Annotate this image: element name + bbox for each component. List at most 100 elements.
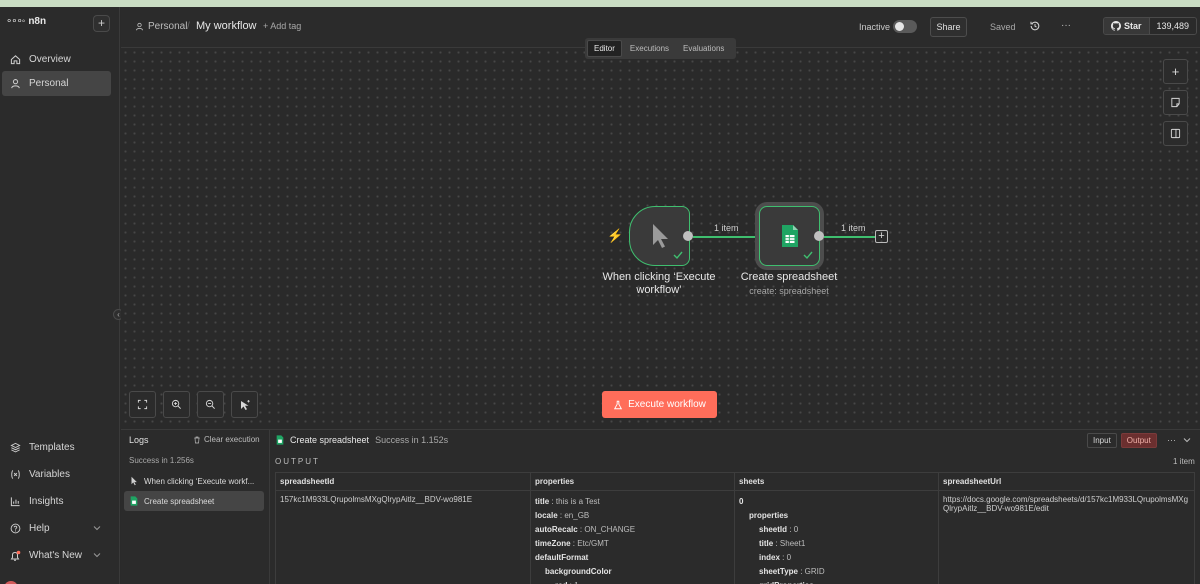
connection-line[interactable] [693, 236, 755, 238]
github-star-label: Star [1124, 21, 1142, 31]
breadcrumb-project[interactable]: Personal [135, 21, 187, 32]
zoom-out-button[interactable] [197, 391, 224, 418]
tab-input[interactable]: Input [1087, 433, 1117, 448]
column-header[interactable]: spreadsheetId [275, 472, 531, 491]
workflow-status-label: Inactive [859, 22, 891, 32]
trigger-bolt-icon: ⚡ [607, 228, 624, 243]
github-icon [1111, 21, 1121, 31]
clear-execution-label: Clear execution [204, 435, 260, 444]
log-item-label: Create spreadsheet [144, 496, 215, 506]
zoom-in-button[interactable] [163, 391, 190, 418]
sidebar-item-label: Help [29, 523, 50, 534]
share-button[interactable]: Share [930, 17, 967, 37]
tab-executions[interactable]: Executions [624, 41, 675, 56]
column-header[interactable]: properties [530, 472, 735, 491]
cursor-sparkle-icon [240, 399, 250, 410]
log-item-label: When clicking ‘Execute workf... [144, 476, 255, 486]
user-icon [9, 78, 21, 90]
sidebar-item-insights[interactable]: Insights [2, 489, 111, 514]
view-tabs: Editor Executions Evaluations [585, 38, 736, 59]
sidebar-item-label: Templates [29, 442, 75, 453]
url-line: QlrypAitlz__BDV-wo981E/edit [943, 504, 1049, 513]
sidebar-item-help[interactable]: Help [2, 516, 111, 541]
cell-spreadsheet-url[interactable]: https://docs.google.com/spreadsheets/d/1… [938, 490, 1195, 584]
sidebar-item-templates[interactable]: Templates [2, 435, 111, 460]
kv-row: sheetType : GRID [759, 567, 825, 576]
edge-item-count: 1 item [714, 223, 739, 233]
output-more-icon[interactable]: ··· [1167, 435, 1176, 445]
kv-row: title : Sheet1 [759, 539, 806, 548]
github-star-button[interactable]: Star [1104, 18, 1149, 34]
google-sheets-icon [130, 496, 138, 506]
trigger-node[interactable] [629, 206, 690, 266]
workflow-name[interactable]: My workflow [196, 20, 257, 32]
fit-view-icon [137, 399, 148, 410]
output-header: Create spreadsheet Success in 1.152s [276, 435, 448, 445]
chevron-down-icon [93, 553, 101, 558]
create-new-button[interactable]: + [93, 15, 110, 32]
url-line: https://docs.google.com/spreadsheets/d/1… [943, 495, 1189, 504]
edge-item-count: 1 item [841, 223, 866, 233]
google-sheets-icon [781, 225, 798, 247]
table-header-row: spreadsheetId properties sheets spreadsh… [275, 472, 1195, 491]
tab-evaluations[interactable]: Evaluations [677, 41, 730, 56]
github-star-widget[interactable]: Star 139,489 [1103, 17, 1198, 35]
toggle-panel-button[interactable] [1163, 121, 1188, 146]
create-spreadsheet-node[interactable] [759, 206, 820, 266]
sticky-note-button[interactable] [1163, 90, 1188, 115]
tab-output[interactable]: Output [1120, 433, 1157, 448]
github-star-count: 139,489 [1148, 18, 1197, 34]
kv-row: index : 0 [759, 553, 792, 562]
kv-row: title : this is a Test [535, 497, 600, 506]
chevron-down-icon[interactable] [1183, 436, 1191, 444]
sheet-node-label: Create spreadsheet [740, 271, 838, 283]
sheet-output-handle[interactable] [814, 231, 824, 241]
clear-execution-button[interactable]: Clear execution [193, 435, 260, 444]
sticky-note-icon [1171, 97, 1180, 108]
bell-icon [9, 550, 21, 562]
more-options-icon[interactable]: ··· [1061, 20, 1071, 31]
trigger-node-label-line: When clicking ‘Execute [602, 271, 716, 283]
history-icon[interactable] [1029, 20, 1041, 32]
output-node-name: Create spreadsheet [290, 435, 370, 445]
output-section-label: OUTPUT [275, 457, 320, 466]
add-next-node-button[interactable]: + [875, 230, 888, 243]
trigger-node-label-line: workflow’ [636, 284, 682, 296]
active-toggle[interactable] [893, 20, 917, 33]
mouse-pointer-icon [131, 476, 137, 486]
log-item-create-spreadsheet[interactable]: Create spreadsheet [124, 491, 264, 511]
execute-workflow-button[interactable]: Execute workflow [602, 391, 717, 418]
fit-view-button[interactable] [129, 391, 156, 418]
tidy-up-button[interactable] [231, 391, 258, 418]
tab-editor[interactable]: Editor [587, 40, 622, 57]
io-tabs: Input Output [1087, 433, 1157, 448]
column-header[interactable]: sheets [734, 472, 939, 491]
workflow-canvas[interactable]: Editor Executions Evaluations + ⚡ 1 item… [121, 38, 1200, 429]
app-logo-text: n8n [28, 16, 47, 27]
output-panel: Create spreadsheet Success in 1.152s Inp… [270, 429, 1200, 584]
cell-properties[interactable]: title : this is a Test locale : en_GB au… [530, 490, 735, 584]
sidebar-item-whats-new[interactable]: What's New [2, 543, 111, 568]
add-tag-button[interactable]: + Add tag [263, 21, 301, 31]
user-icon [135, 22, 144, 31]
sidebar-item-personal[interactable]: Personal [2, 71, 111, 96]
sidebar: ∘∘∘◦ n8n + Overview Personal Templates V… [0, 7, 120, 584]
output-table: spreadsheetId properties sheets spreadsh… [275, 472, 1195, 584]
kv-row: timeZone : Etc/GMT [535, 539, 609, 548]
add-node-button[interactable]: + [1163, 59, 1188, 84]
sidebar-item-variables[interactable]: Variables [2, 462, 111, 487]
panel-icon [1170, 128, 1181, 139]
kv-row: sheetId : 0 [759, 525, 799, 534]
sidebar-item-overview[interactable]: Overview [2, 47, 111, 72]
log-item-trigger[interactable]: When clicking ‘Execute workf... [124, 471, 264, 491]
trigger-node-label: When clicking ‘Execute workflow’ [591, 271, 727, 297]
success-check-icon [673, 251, 683, 260]
app-logo[interactable]: ∘∘∘◦ n8n [6, 16, 46, 27]
sidebar-item-label: Overview [29, 54, 71, 65]
cell-spreadsheet-id[interactable]: 157kc1M933LQrupolmsMXgQlrypAitlz__BDV-wo… [275, 490, 531, 584]
trigger-output-handle[interactable] [683, 231, 693, 241]
breadcrumb-project-label: Personal [148, 21, 188, 32]
column-header[interactable]: spreadsheetUrl [938, 472, 1195, 491]
connection-line[interactable] [824, 236, 875, 238]
cell-sheets[interactable]: 0 properties sheetId : 0 title : Sheet1 … [734, 490, 939, 584]
